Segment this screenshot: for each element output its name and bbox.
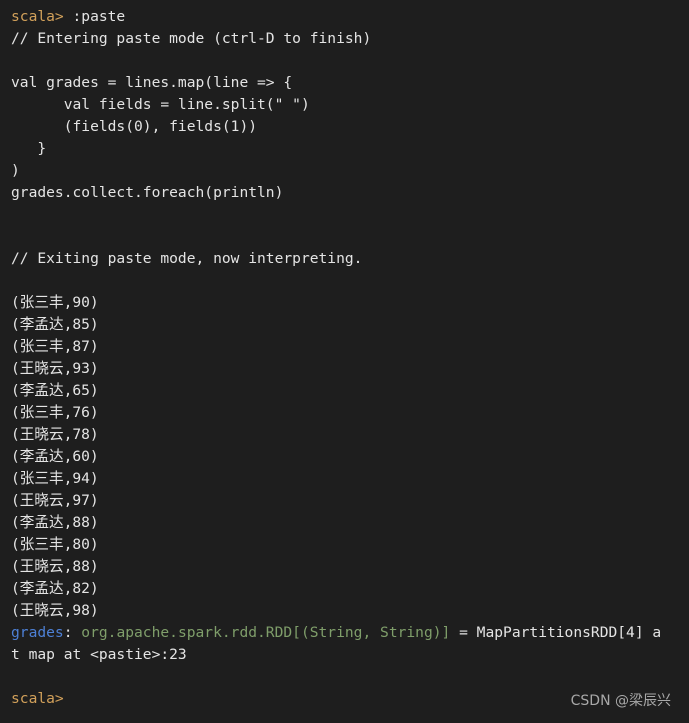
terminal-line: (李孟达,60) — [11, 446, 689, 468]
output: (张三丰,87) — [11, 338, 99, 355]
command: :paste — [63, 8, 126, 25]
result-colon: : — [63, 624, 82, 641]
code: val grades = lines.map(line => { — [11, 74, 293, 91]
output: (王晓云,78) — [11, 426, 99, 443]
terminal-line: val fields = line.split(" ") — [11, 94, 689, 116]
output: (李孟达,82) — [11, 580, 99, 597]
code: } — [11, 140, 47, 157]
terminal-line: grades: org.apache.spark.rdd.RDD[(String… — [11, 622, 689, 644]
terminal-line: (fields(0), fields(1)) — [11, 116, 689, 138]
terminal-line: (李孟达,88) — [11, 512, 689, 534]
code: (fields(0), fields(1)) — [11, 118, 258, 135]
output: (李孟达,60) — [11, 448, 99, 465]
terminal-line: (张三丰,76) — [11, 402, 689, 424]
terminal-line: (李孟达,65) — [11, 380, 689, 402]
result-type: org.apache.spark.rdd.RDD[(String, String… — [81, 624, 451, 641]
terminal-line: (张三丰,90) — [11, 292, 689, 314]
output: (李孟达,65) — [11, 382, 99, 399]
terminal-line: (王晓云,93) — [11, 358, 689, 380]
output: (张三丰,90) — [11, 294, 99, 311]
comment: // Exiting paste mode, now interpreting. — [11, 250, 363, 267]
prompt: scala> — [11, 8, 64, 25]
terminal-window[interactable]: scala> :paste // Entering paste mode (ctr… — [0, 0, 689, 723]
terminal-line: (张三丰,80) — [11, 534, 689, 556]
terminal-line: grades.collect.foreach(println) — [11, 182, 689, 204]
csdn-watermark: CSDN @梁辰兴 — [570, 693, 671, 709]
terminal-line: // Entering paste mode (ctrl-D to finish… — [11, 28, 689, 50]
output: (张三丰,76) — [11, 404, 99, 421]
result-name: grades — [11, 624, 64, 641]
terminal-line: t map at <pastie>:23 — [11, 644, 689, 666]
terminal-line: } — [11, 138, 689, 160]
output: (李孟达,85) — [11, 316, 99, 333]
terminal-line: (王晓云,98) — [11, 600, 689, 622]
output: (李孟达,88) — [11, 514, 99, 531]
code: grades.collect.foreach(println) — [11, 184, 284, 201]
terminal-line: (李孟达,82) — [11, 578, 689, 600]
terminal-line: (李孟达,85) — [11, 314, 689, 336]
output: (王晓云,88) — [11, 558, 99, 575]
terminal-line: scala> :paste — [11, 6, 689, 28]
terminal-line: ) — [11, 160, 689, 182]
terminal-line: // Exiting paste mode, now interpreting. — [11, 248, 689, 270]
output: (王晓云,98) — [11, 602, 99, 619]
output: (王晓云,97) — [11, 492, 99, 509]
code: val fields = line.split(" ") — [11, 96, 310, 113]
terminal-line: (王晓云,97) — [11, 490, 689, 512]
comment: // Entering paste mode (ctrl-D to finish… — [11, 30, 372, 47]
terminal-line: val grades = lines.map(line => { — [11, 72, 689, 94]
result-value-wrap: t map at <pastie>:23 — [11, 646, 187, 663]
terminal-line: (张三丰,94) — [11, 468, 689, 490]
terminal-line: (王晓云,88) — [11, 556, 689, 578]
prompt: scala> — [11, 690, 64, 707]
result-value: = MapPartitionsRDD[4] a — [450, 624, 662, 641]
output: (张三丰,94) — [11, 470, 99, 487]
code: ) — [11, 162, 20, 179]
terminal-line: (王晓云,78) — [11, 424, 689, 446]
output: (王晓云,93) — [11, 360, 99, 377]
output: (张三丰,80) — [11, 536, 99, 553]
terminal-line: (张三丰,87) — [11, 336, 689, 358]
